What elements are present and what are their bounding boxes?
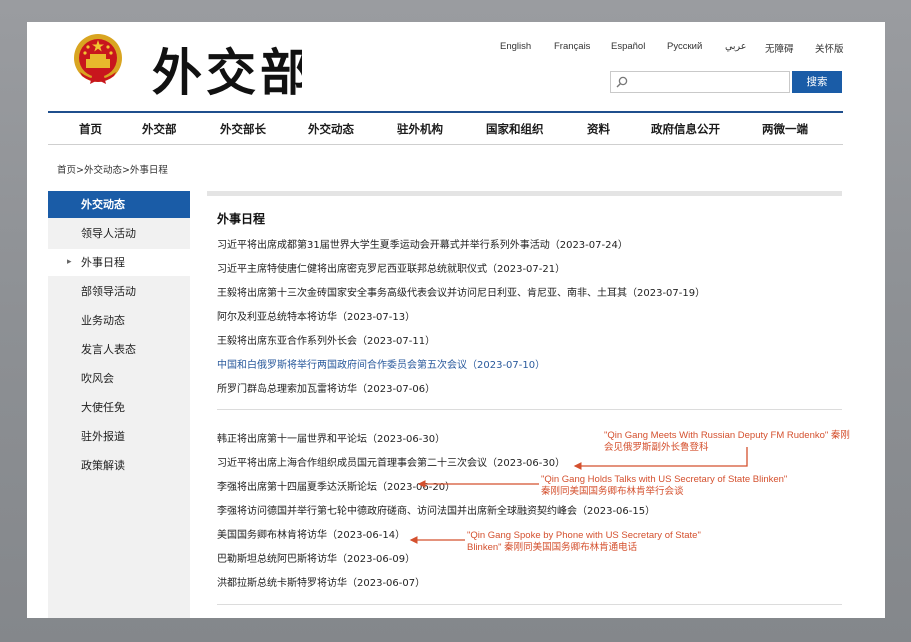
lang-arabic[interactable]: عربي [725, 41, 746, 52]
annotation-line: Blinken" 秦刚同美国国务卿布林肯通电话 [467, 542, 638, 553]
schedule-item[interactable]: 阿尔及利亚总统特本将访华（2023-07-13） [217, 308, 415, 323]
list-divider [217, 409, 842, 410]
national-emblem-icon [74, 34, 122, 84]
sidebar: 外交动态 领导人活动 ▸ 外事日程 部领导活动 业务动态 发言人表态 吹风会 大使… [48, 191, 190, 618]
sidebar-item-policy[interactable]: 政策解读 [48, 452, 190, 479]
sidebar-item-label: 领导人活动 [81, 227, 136, 240]
elderly-care-link[interactable]: 关怀版 [815, 41, 844, 55]
nav-resources[interactable]: 资料 [587, 121, 610, 137]
lang-english[interactable]: English [500, 41, 531, 52]
sidebar-item-ambassadors[interactable]: 大使任免 [48, 394, 190, 421]
nav-gov-info[interactable]: 政府信息公开 [651, 121, 720, 137]
nav-foreign-minister[interactable]: 外交部长 [220, 121, 266, 137]
chevron-right-icon: ▸ [67, 257, 72, 267]
schedule-item[interactable]: 韩正将出席第十一届世界和平论坛（2023-06-30） [217, 430, 445, 445]
list-bottom-divider [217, 604, 842, 605]
nav-diplomatic-news[interactable]: 外交动态 [308, 121, 354, 137]
sidebar-item-leaders[interactable]: 领导人活动 [48, 220, 190, 247]
page-title: 外事日程 [217, 212, 266, 226]
annotation-blinken-talks: "Qin Gang Holds Talks with US Secretary … [541, 474, 787, 498]
sidebar-item-reports-abroad[interactable]: 驻外报道 [48, 423, 190, 450]
sidebar-item-label: 业务动态 [81, 314, 125, 327]
schedule-item[interactable]: 美国国务卿布林肯将访华（2023-06-14） [217, 526, 405, 541]
schedule-item[interactable]: 李强将访问德国并举行第七轮中德政府磋商、访问法国并出席新全球融资契约峰会（202… [217, 502, 655, 517]
annotation-line: 秦刚同美国国务卿布林肯举行会谈 [541, 486, 684, 497]
sidebar-item-label: 部领导活动 [81, 285, 136, 298]
schedule-item[interactable]: 巴勒斯坦总统阿巴斯将访华（2023-06-09） [217, 550, 415, 565]
nav-missions-abroad[interactable]: 驻外机构 [397, 121, 443, 137]
sidebar-item-briefings[interactable]: 吹风会 [48, 365, 190, 392]
annotation-line: "Qin Gang Meets With Russian Deputy FM R… [604, 430, 850, 441]
sidebar-item-diplomatic-news[interactable]: 外交动态 [48, 191, 190, 218]
breadcrumb[interactable]: 首页>外交动态>外事日程 [57, 162, 168, 176]
accessibility-link[interactable]: 无障碍 [765, 41, 794, 55]
sidebar-item-label: 发言人表态 [81, 343, 136, 356]
schedule-item[interactable]: 习近平将出席成都第31届世界大学生夏季运动会开幕式并举行系列外事活动（2023-… [217, 236, 628, 251]
schedule-item[interactable]: 习近平主席特使唐仁健将出席密克罗尼西亚联邦总统就职仪式（2023-07-21） [217, 260, 565, 275]
annotation-blinken-phone: "Qin Gang Spoke by Phone with US Secreta… [467, 530, 701, 554]
nav-ministry[interactable]: 外交部 [142, 121, 177, 137]
schedule-item[interactable]: 李强将出席第十四届夏季达沃斯论坛（2023-06-20） [217, 478, 455, 493]
sidebar-item-schedule[interactable]: ▸ 外事日程 [48, 249, 190, 276]
nav-home[interactable]: 首页 [79, 121, 102, 137]
sidebar-item-spokesperson[interactable]: 发言人表态 [48, 336, 190, 363]
sidebar-item-ministry-leaders[interactable]: 部领导活动 [48, 278, 190, 305]
schedule-item[interactable]: 所罗门群岛总理索加瓦雷将访华（2023-07-06） [217, 380, 435, 395]
sidebar-item-label: 驻外报道 [81, 430, 125, 443]
annotation-rudenko: "Qin Gang Meets With Russian Deputy FM R… [604, 430, 850, 454]
sidebar-item-label: 大使任免 [81, 401, 125, 414]
search-input[interactable] [631, 74, 783, 90]
mfa-page: 外交部 English Français Español Русский عرب… [27, 22, 885, 618]
sidebar-item-business[interactable]: 业务动态 [48, 307, 190, 334]
svg-text:外交部: 外交部 [152, 43, 302, 102]
content-top-bar [207, 191, 842, 196]
annotation-line: "Qin Gang Holds Talks with US Secretary … [541, 474, 788, 485]
sidebar-item-label: 政策解读 [81, 459, 125, 472]
schedule-item[interactable]: 中国和白俄罗斯将举行两国政府间合作委员会第五次会议（2023-07-10） [217, 356, 545, 371]
nav-social-media[interactable]: 两微一端 [762, 121, 808, 137]
search-box [610, 71, 790, 93]
schedule-item[interactable]: 习近平将出席上海合作组织成员国元首理事会第二十三次会议（2023-06-30） [217, 454, 565, 469]
nav-countries-orgs[interactable]: 国家和组织 [486, 121, 544, 137]
lang-spanish[interactable]: Español [611, 41, 645, 52]
schedule-item[interactable]: 王毅将出席东亚合作系列外长会（2023-07-11） [217, 332, 435, 347]
mfa-calligraphy-logo: 外交部 [152, 43, 302, 102]
annotation-line: "Qin Gang Spoke by Phone with US Secreta… [467, 530, 701, 541]
main-nav: 首页 外交部 外交部长 外交动态 驻外机构 国家和组织 资料 政府信息公开 两微… [48, 115, 843, 141]
schedule-item[interactable]: 洪都拉斯总统卡斯特罗将访华（2023-06-07） [217, 574, 425, 589]
language-links: English Français Español Русский عربي 无障… [497, 41, 847, 55]
nav-top-rule [48, 111, 843, 113]
annotation-line: 会见俄罗斯副外长鲁登科 [604, 442, 709, 453]
nav-bottom-rule [48, 144, 843, 145]
sidebar-item-label: 外交动态 [81, 198, 125, 211]
search-button[interactable]: 搜索 [792, 71, 842, 93]
sidebar-item-label: 吹风会 [81, 372, 114, 385]
schedule-item[interactable]: 王毅将出席第十三次金砖国家安全事务高级代表会议并访问尼日利亚、肯尼亚、南非、土耳… [217, 284, 705, 299]
lang-russian[interactable]: Русский [667, 41, 702, 52]
lang-french[interactable]: Français [554, 41, 590, 52]
sidebar-item-label: 外事日程 [81, 256, 125, 269]
search-icon [616, 76, 628, 88]
